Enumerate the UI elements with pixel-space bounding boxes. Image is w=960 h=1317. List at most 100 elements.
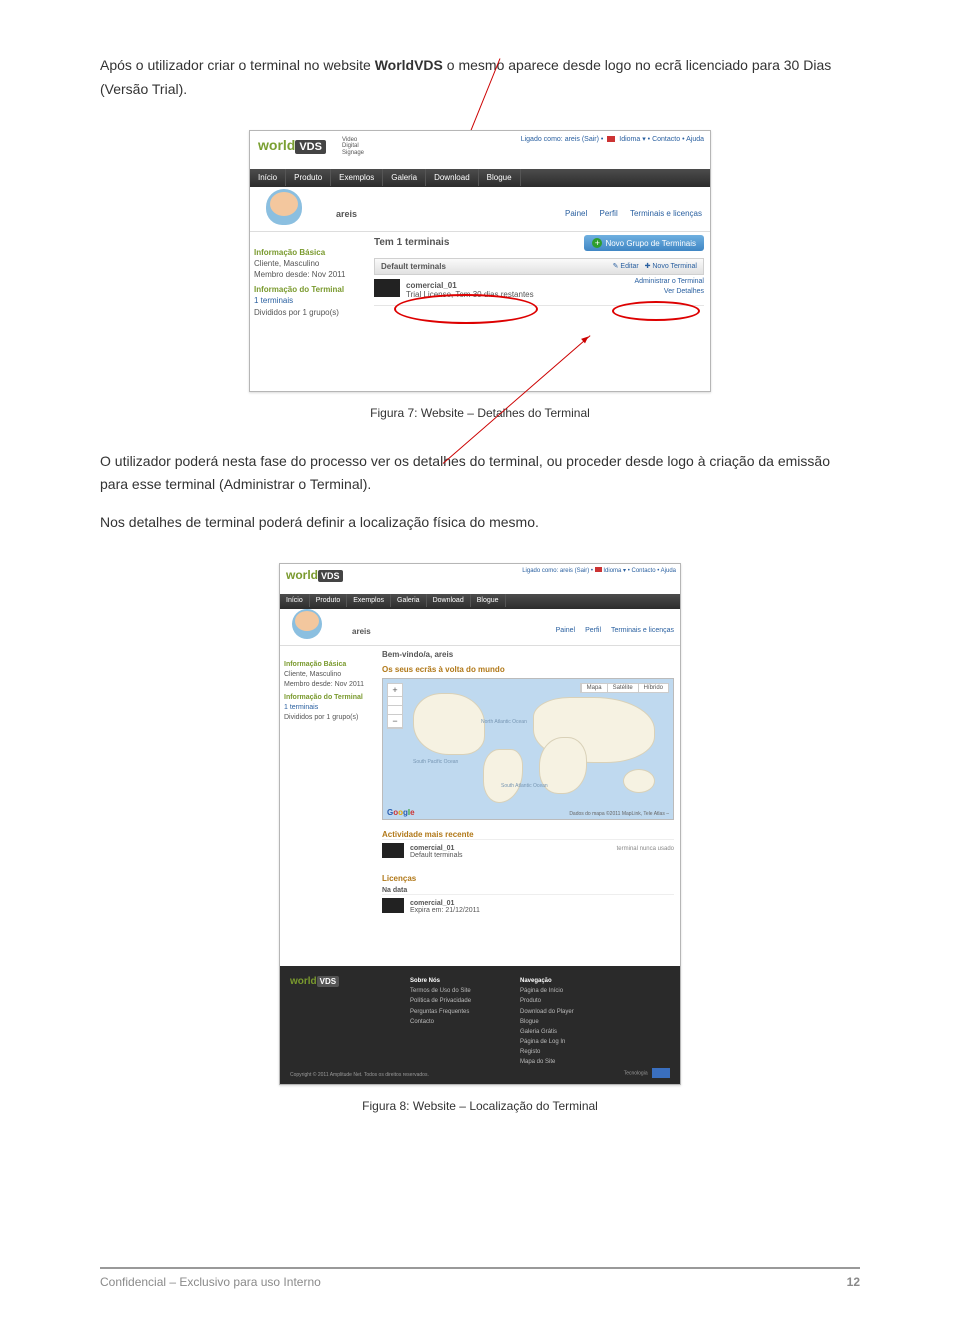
help-link[interactable]: Ajuda — [661, 568, 676, 574]
activity-row: comercial_01 Default terminals terminal … — [382, 839, 674, 864]
footer-link[interactable]: Perguntas Frequentes — [410, 1007, 471, 1017]
nav-item[interactable]: Início — [280, 594, 310, 607]
language-link[interactable]: Idioma — [603, 568, 621, 574]
terminal-thumbnail — [382, 843, 404, 858]
tab-terminals[interactable]: Terminais e licenças — [630, 209, 702, 218]
tab-profile[interactable]: Perfil — [600, 209, 618, 218]
paragraph-2: O utilizador poderá nesta fase do proces… — [100, 450, 860, 498]
avatar-icon — [292, 609, 322, 639]
sidebar-heading: Informação do Terminal — [254, 284, 368, 295]
sidebar-heading: Informação do Terminal — [284, 693, 376, 703]
nav-item[interactable]: Início — [250, 169, 286, 186]
footer-link[interactable]: Política de Privacidade — [410, 996, 471, 1006]
nav-item[interactable]: Exemplos — [331, 169, 383, 186]
site-logo[interactable]: worldVDS — [258, 137, 326, 153]
footer-link[interactable]: Registo — [520, 1047, 574, 1057]
footer-heading: Sobre Nós — [410, 976, 471, 986]
license-date-label: Na data — [382, 887, 674, 894]
map-label: North Atlantic Ocean — [481, 719, 527, 725]
page-number: 12 — [847, 1275, 860, 1289]
confidential-label: Confidencial – Exclusivo para uso Intern… — [100, 1275, 321, 1289]
main-content: Tem 1 terminais +Novo Grupo de Terminais… — [374, 237, 704, 306]
logo-tagline: VideoDigitalSignage — [342, 137, 364, 157]
logged-as-label: Ligado como: — [522, 568, 558, 574]
new-group-button[interactable]: +Novo Grupo de Terminais — [584, 235, 704, 251]
figure-8-caption: Figura 8: Website – Localização do Termi… — [100, 1099, 860, 1113]
footer-link[interactable]: Galeria Grátis — [520, 1027, 574, 1037]
nav-item[interactable]: Galeria — [391, 594, 427, 607]
footer-link[interactable]: Contacto — [410, 1017, 471, 1027]
tab-terminals[interactable]: Terminais e licenças — [611, 627, 674, 634]
technology-credit: Tecnologia — [624, 1068, 670, 1078]
activity-status: terminal nunca usado — [617, 846, 674, 852]
zoom-in-icon[interactable]: + — [388, 684, 402, 697]
sidebar: Informação Básica Cliente, Masculino Mem… — [254, 243, 368, 318]
tab-panel[interactable]: Painel — [565, 209, 587, 218]
terminal-thumbnail — [374, 279, 400, 297]
terminal-name: comercial_01 — [406, 281, 457, 290]
footer-link[interactable]: Página de Início — [520, 986, 574, 996]
user-link[interactable]: areis — [565, 136, 580, 143]
header: worldVDS VideoDigitalSignage Ligado como… — [250, 131, 710, 169]
footer-link[interactable]: Produto — [520, 996, 574, 1006]
footer-link[interactable]: Blogue — [520, 1017, 574, 1027]
contact-link[interactable]: Contacto — [652, 136, 680, 143]
language-link[interactable]: Idioma — [619, 136, 640, 143]
map-zoom-control[interactable]: +− — [387, 683, 403, 729]
terminal-group: Default terminals — [410, 852, 463, 859]
flag-icon — [595, 567, 602, 572]
help-link[interactable]: Ajuda — [686, 136, 704, 143]
sidebar-link[interactable]: 1 terminais — [284, 703, 376, 713]
terminal-thumbnail — [382, 898, 404, 913]
annotation-ellipse — [612, 301, 700, 321]
map-tab[interactable]: Mapa — [581, 684, 607, 692]
logout-link[interactable]: (Sair) — [582, 136, 599, 143]
terminal-name: comercial_01 — [410, 900, 454, 907]
new-terminal-link[interactable]: ✚ Novo Terminal — [645, 263, 697, 270]
world-map[interactable]: +− MapaSatéliteHíbrido North Atlantic Oc… — [382, 678, 674, 820]
admin-terminal-link[interactable]: Administrar o Terminal — [634, 278, 704, 285]
tab-panel[interactable]: Painel — [556, 627, 575, 634]
main-content: Bem-vindo/a, areis Os seus ecrãs à volta… — [382, 650, 674, 919]
nav-item[interactable]: Produto — [286, 169, 331, 186]
logged-as-label: Ligado como: — [521, 136, 563, 143]
main-nav: InícioProdutoExemplosGaleriaDownloadBlog… — [280, 594, 680, 609]
terminal-name: comercial_01 — [410, 845, 454, 852]
user-link[interactable]: areis — [560, 568, 573, 574]
contact-link[interactable]: Contacto — [632, 568, 656, 574]
user-row: areis Painel Perfil Terminais e licenças — [250, 187, 710, 232]
main-nav: InícioProdutoExemplosGaleriaDownloadBlog… — [250, 169, 710, 187]
logout-link[interactable]: (Sair) — [575, 568, 590, 574]
view-details-link[interactable]: Ver Detalhes — [664, 288, 704, 295]
nav-item[interactable]: Exemplos — [347, 594, 391, 607]
footer-link[interactable]: Página de Log In — [520, 1037, 574, 1047]
site-logo[interactable]: worldVDS — [286, 568, 343, 582]
flag-icon — [607, 136, 615, 142]
section-heading: Actividade mais recente — [382, 830, 674, 839]
tech-badge-icon — [652, 1068, 670, 1078]
map-tab[interactable]: Satélite — [607, 684, 638, 692]
nav-item[interactable]: Blogue — [471, 594, 506, 607]
top-links: Ligado como: areis (Sair) • Idioma ▾ • C… — [522, 567, 676, 574]
footer-link[interactable]: Termos de Uso do Site — [410, 986, 471, 996]
footer-link[interactable]: Mapa do Site — [520, 1057, 574, 1067]
edit-group-link[interactable]: ✎ Editar — [613, 263, 639, 270]
user-row: areis Painel Perfil Terminais e licenças — [280, 609, 680, 646]
sidebar-text: Divididos por 1 grupo(s) — [254, 307, 368, 318]
tab-profile[interactable]: Perfil — [585, 627, 601, 634]
map-tab[interactable]: Híbrido — [638, 684, 668, 692]
license-row: comercial_01 Expira em: 21/12/2011 — [382, 894, 674, 919]
sidebar-link[interactable]: 1 terminais — [254, 295, 368, 306]
nav-item[interactable]: Download — [427, 594, 471, 607]
sidebar-text: Cliente, Masculino — [254, 258, 368, 269]
nav-item[interactable]: Galeria — [383, 169, 426, 186]
map-type-tabs: MapaSatéliteHíbrido — [580, 683, 669, 693]
nav-item[interactable]: Produto — [310, 594, 348, 607]
google-logo: Google — [387, 808, 415, 817]
footer-link[interactable]: Download do Player — [520, 1007, 574, 1017]
sidebar-text: Membro desde: Nov 2011 — [284, 680, 376, 690]
figure-7-caption: Figura 7: Website – Detalhes do Terminal — [100, 406, 860, 420]
zoom-out-icon[interactable]: − — [388, 715, 402, 728]
nav-item[interactable]: Blogue — [479, 169, 521, 186]
nav-item[interactable]: Download — [426, 169, 479, 186]
